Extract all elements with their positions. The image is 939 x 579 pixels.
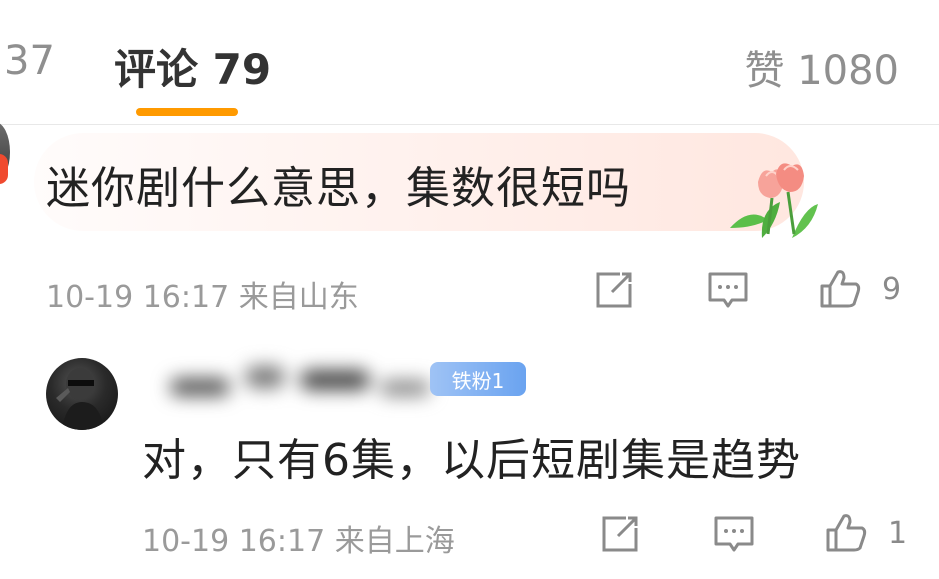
replier-avatar[interactable]: [46, 358, 118, 430]
repost-icon[interactable]: [592, 268, 636, 312]
verified-badge-icon: [0, 154, 8, 184]
reply-meta: 10-19 16:17 来自上海: [142, 524, 455, 559]
comment-meta: 10-19 16:17 来自山东: [46, 280, 359, 315]
like-count: 9: [882, 272, 902, 307]
comment-tabs: 37 评论 79 赞 1080: [0, 0, 939, 124]
reply-comment-icon[interactable]: [706, 268, 750, 312]
fan-level-badge: 铁粉1: [430, 362, 526, 396]
comment-text: 迷你剧什么意思，集数很短吗: [46, 163, 631, 214]
tabs-divider: [0, 124, 939, 125]
reply-text: 对，只有6集，以后短剧集是趋势: [142, 435, 801, 486]
avatar-photo: [56, 368, 104, 430]
repost-icon[interactable]: [598, 512, 642, 556]
reply-comment-icon[interactable]: [712, 512, 756, 556]
active-tab-indicator: [136, 108, 238, 116]
tab-comments[interactable]: 评论 79: [114, 36, 271, 97]
tab-likes[interactable]: 赞 1080: [744, 38, 899, 96]
thumbs-up-icon[interactable]: [824, 510, 868, 554]
like-count: 1: [888, 516, 908, 551]
username-blurred[interactable]: [150, 350, 450, 410]
thumbs-up-icon[interactable]: [818, 266, 862, 310]
tab-reposts-count[interactable]: 37: [4, 38, 55, 84]
tulip-sticker-icon: [730, 163, 818, 238]
